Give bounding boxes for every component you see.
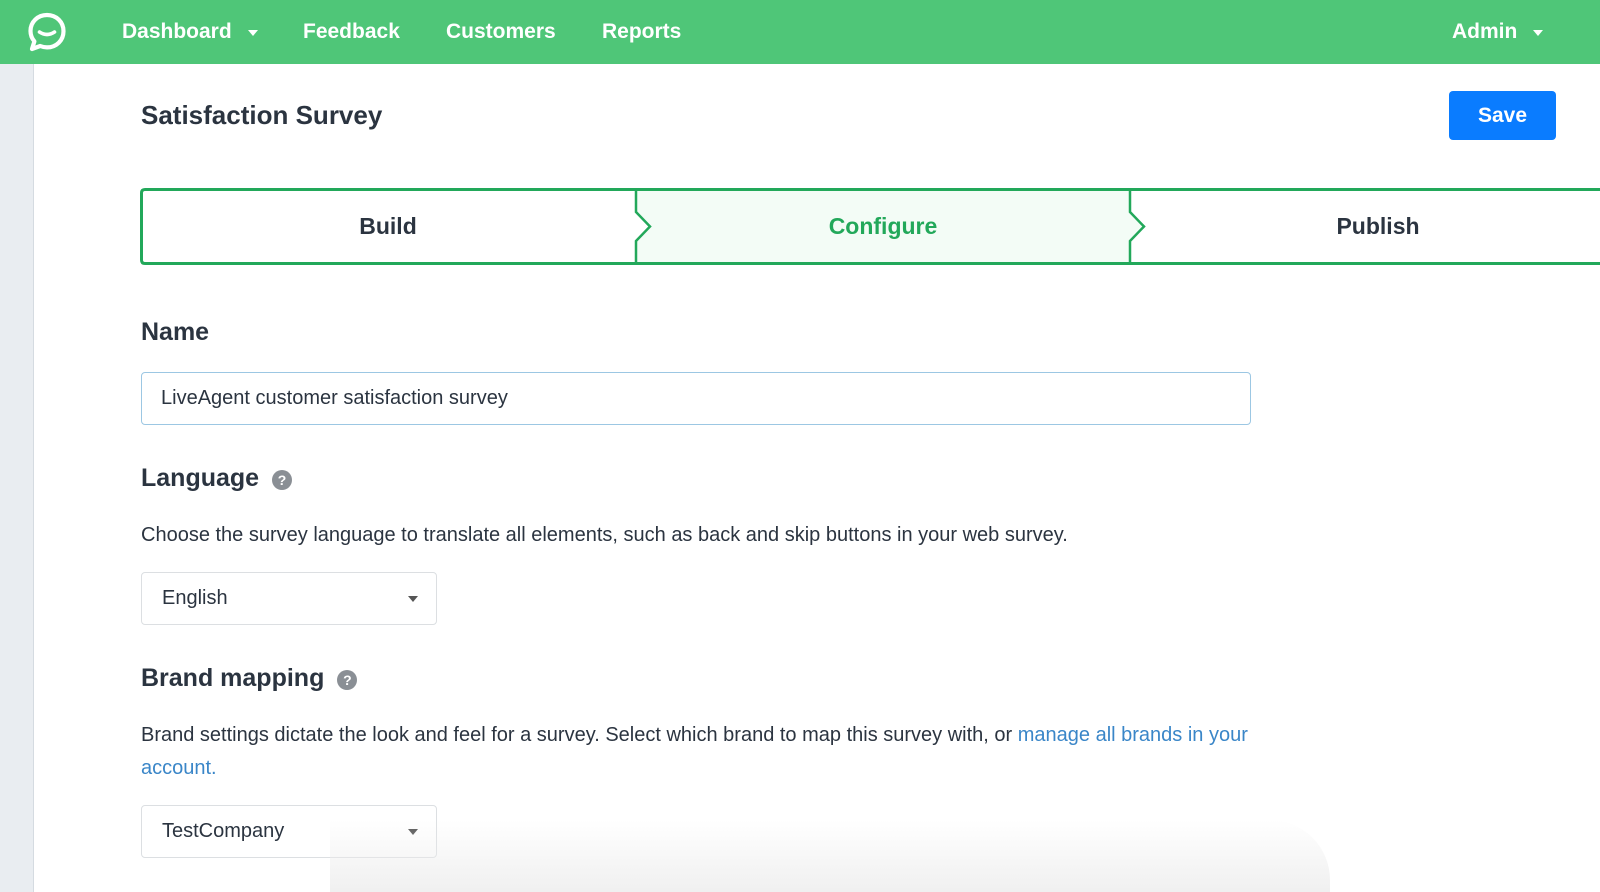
user-menu-admin[interactable]: Admin bbox=[1452, 0, 1544, 64]
name-heading: Name bbox=[141, 318, 209, 347]
nav-feedback-label: Feedback bbox=[303, 20, 400, 43]
brand-select[interactable]: TestCompany bbox=[141, 805, 437, 858]
nav-customers-label: Customers bbox=[446, 20, 556, 43]
brand-mapping-heading: Brand mapping ? bbox=[141, 664, 358, 693]
nav-reports[interactable]: Reports bbox=[602, 0, 681, 64]
chevron-down-icon bbox=[408, 596, 418, 602]
language-select-value: English bbox=[162, 587, 228, 609]
step-configure[interactable]: Configure bbox=[636, 188, 1130, 265]
side-gutter bbox=[0, 64, 34, 892]
logo-icon[interactable] bbox=[26, 11, 68, 53]
user-menu-label: Admin bbox=[1452, 20, 1518, 43]
brand-mapping-heading-text: Brand mapping bbox=[141, 664, 325, 692]
name-heading-text: Name bbox=[141, 318, 210, 346]
top-navbar: Dashboard Feedback Customers Reports Adm… bbox=[0, 0, 1600, 64]
chevron-down-icon bbox=[247, 30, 258, 36]
language-select[interactable]: English bbox=[141, 572, 437, 625]
chevron-down-icon bbox=[1533, 30, 1544, 36]
save-button[interactable]: Save bbox=[1449, 91, 1556, 140]
step-build[interactable]: Build bbox=[140, 188, 636, 265]
wizard-stepper: Build Configure Publish bbox=[140, 188, 1600, 265]
brand-description-text: Brand settings dictate the look and feel… bbox=[141, 724, 1018, 746]
nav-dashboard[interactable]: Dashboard bbox=[122, 0, 258, 64]
page-title: Satisfaction Survey bbox=[141, 100, 383, 130]
survey-name-input[interactable] bbox=[141, 372, 1251, 425]
nav-dashboard-label: Dashboard bbox=[122, 20, 232, 43]
chevron-down-icon bbox=[408, 829, 418, 835]
nav-reports-label: Reports bbox=[602, 20, 682, 43]
nav-customers[interactable]: Customers bbox=[446, 0, 556, 64]
language-heading-text: Language bbox=[141, 464, 260, 492]
nav-feedback[interactable]: Feedback bbox=[303, 0, 400, 64]
language-heading: Language ? bbox=[141, 464, 293, 493]
bottom-shadow bbox=[330, 820, 1330, 892]
question-circle-icon[interactable]: ? bbox=[272, 470, 293, 490]
brand-select-value: TestCompany bbox=[162, 820, 285, 842]
step-publish[interactable]: Publish bbox=[1130, 188, 1600, 265]
question-circle-icon[interactable]: ? bbox=[337, 670, 358, 690]
brand-mapping-description: Brand settings dictate the look and feel… bbox=[141, 719, 1251, 785]
language-description: Choose the survey language to translate … bbox=[141, 524, 1068, 546]
